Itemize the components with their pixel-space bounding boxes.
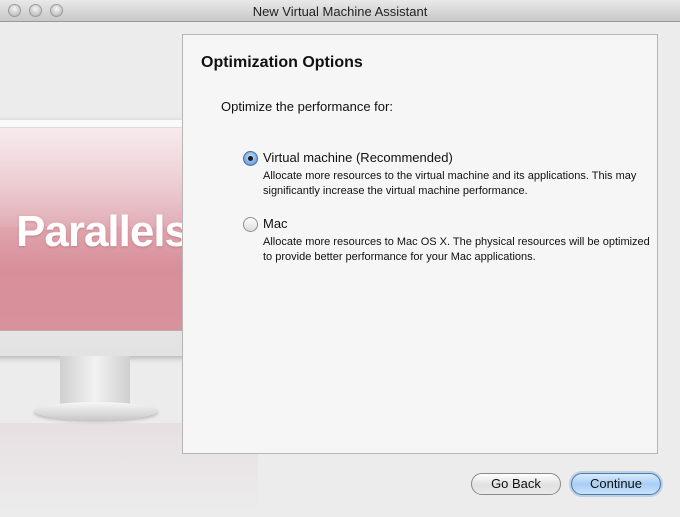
optimize-prompt: Optimize the performance for:	[221, 99, 393, 114]
window: New Virtual Machine Assistant Parallels …	[0, 0, 680, 517]
title-bar: New Virtual Machine Assistant	[0, 0, 680, 22]
radio-virtual-machine[interactable]	[243, 151, 258, 166]
option-mac-label[interactable]: Mac	[263, 216, 288, 231]
monitor-stand	[60, 356, 130, 408]
radio-mac[interactable]	[243, 217, 258, 232]
window-title: New Virtual Machine Assistant	[252, 4, 428, 19]
optimization-panel: Optimization Options Optimize the perfor…	[182, 34, 658, 454]
parallels-logo: Parallels	[16, 207, 189, 256]
option-virtual-machine-label[interactable]: Virtual machine (Recommended)	[263, 150, 453, 165]
option-virtual-machine-description: Allocate more resources to the virtual m…	[263, 170, 637, 197]
monitor-base	[34, 402, 158, 420]
panel-title: Optimization Options	[201, 54, 363, 71]
go-back-button[interactable]: Go Back	[471, 473, 561, 495]
continue-button[interactable]: Continue	[571, 473, 661, 495]
option-mac-description: Allocate more resources to Mac OS X. The…	[263, 236, 650, 263]
